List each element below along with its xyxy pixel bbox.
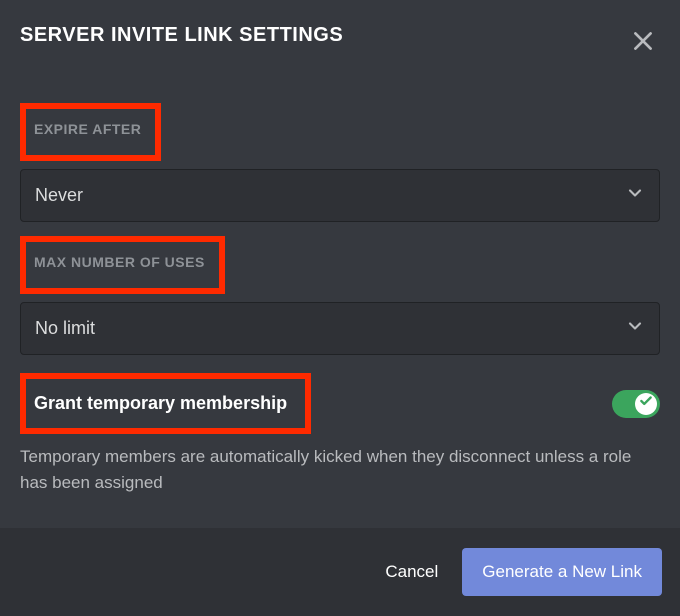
temp-membership-row: Grant temporary membership [20, 373, 660, 434]
expire-after-dropdown[interactable]: Never [20, 169, 660, 222]
temp-membership-description: Temporary members are automatically kick… [20, 444, 660, 495]
modal-title: SERVER INVITE LINK SETTINGS [20, 24, 343, 47]
max-uses-label: MAX NUMBER OF USES [34, 254, 205, 270]
chevron-down-icon [625, 183, 645, 208]
cancel-button[interactable]: Cancel [385, 562, 438, 582]
invite-settings-modal: SERVER INVITE LINK SETTINGS EXPIRE AFTER… [0, 0, 680, 616]
generate-link-button[interactable]: Generate a New Link [462, 548, 662, 596]
expire-label-highlight: EXPIRE AFTER [20, 103, 161, 161]
temp-membership-label: Grant temporary membership [34, 393, 287, 414]
modal-content: EXPIRE AFTER Never MAX NUMBER OF USES No… [0, 63, 680, 528]
modal-footer: Cancel Generate a New Link [0, 528, 680, 616]
max-uses-dropdown[interactable]: No limit [20, 302, 660, 355]
maxuses-label-highlight: MAX NUMBER OF USES [20, 236, 225, 294]
temp-membership-highlight: Grant temporary membership [20, 373, 311, 434]
close-icon[interactable] [626, 24, 660, 63]
temp-membership-toggle[interactable] [612, 390, 660, 418]
expire-after-value: Never [35, 185, 83, 206]
toggle-knob [635, 393, 657, 415]
modal-header: SERVER INVITE LINK SETTINGS [0, 0, 680, 63]
chevron-down-icon [625, 316, 645, 341]
expire-after-label: EXPIRE AFTER [34, 121, 141, 137]
max-uses-value: No limit [35, 318, 95, 339]
check-icon [639, 394, 653, 413]
